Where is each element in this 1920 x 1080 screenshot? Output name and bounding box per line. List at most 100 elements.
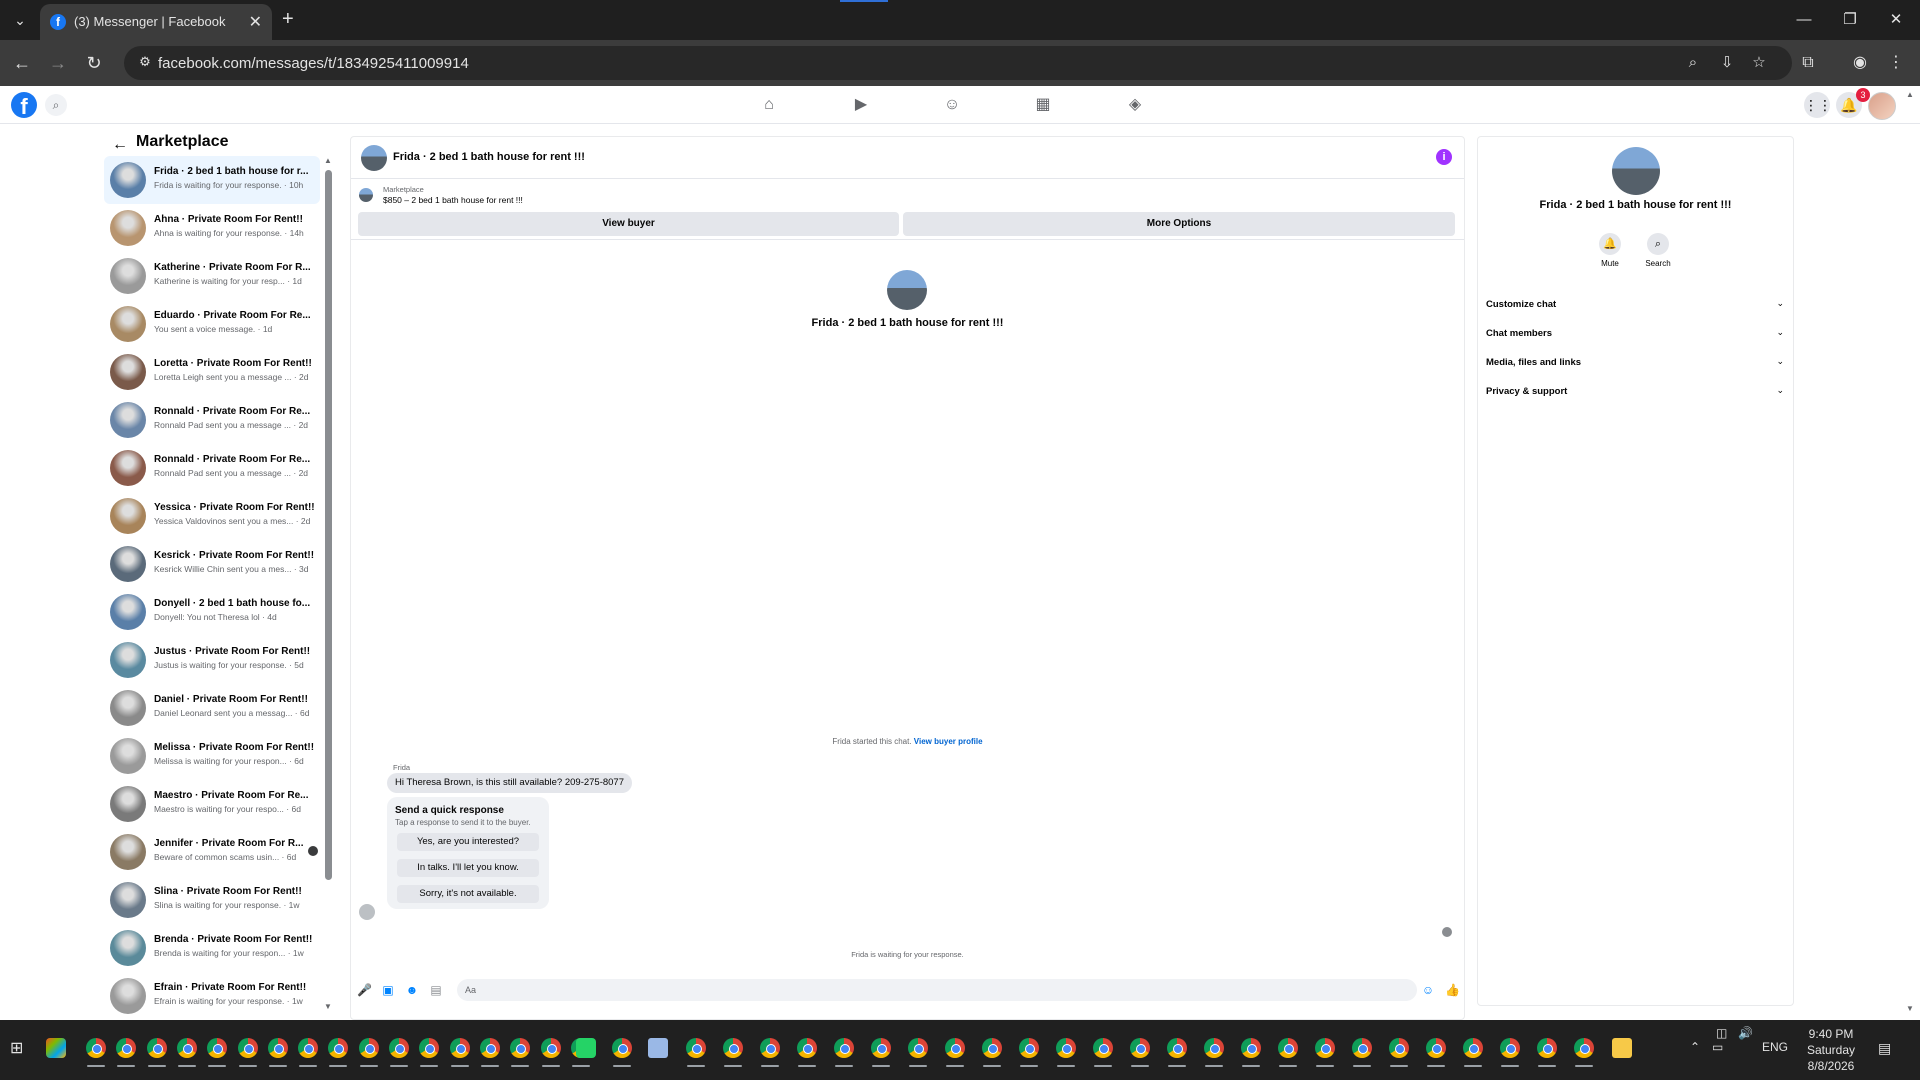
chrome-taskbar-icon[interactable] bbox=[510, 1038, 530, 1058]
conversation-item[interactable]: Jennifer · Private Room For R... Beware o… bbox=[104, 828, 320, 876]
chat-title[interactable]: Frida · 2 bed 1 bath house for rent !!! bbox=[393, 151, 585, 163]
emoji-icon[interactable]: ☺ bbox=[1421, 983, 1435, 997]
sticker-icon[interactable]: ☻ bbox=[405, 983, 419, 997]
copilot-taskbar-icon[interactable] bbox=[46, 1038, 66, 1058]
chrome-taskbar-icon[interactable] bbox=[1130, 1038, 1150, 1058]
conversation-item[interactable]: Slina · Private Room For Rent!! Slina is … bbox=[104, 876, 320, 924]
quick-response-button[interactable]: Yes, are you interested? bbox=[397, 833, 539, 851]
meet-icon[interactable]: ◫ bbox=[1716, 1026, 1727, 1040]
view-buyer-profile-link[interactable]: View buyer profile bbox=[914, 737, 983, 746]
forward-arrow-icon[interactable]: → bbox=[46, 51, 70, 75]
chrome-taskbar-icon[interactable] bbox=[541, 1038, 561, 1058]
chrome-taskbar-icon[interactable] bbox=[1241, 1038, 1261, 1058]
page-scroll-up-arrow-icon[interactable]: ▲ bbox=[1906, 90, 1914, 99]
chrome-taskbar-icon[interactable] bbox=[908, 1038, 928, 1058]
chrome-taskbar-icon[interactable] bbox=[298, 1038, 318, 1058]
install-app-icon[interactable]: ⇩ bbox=[1718, 54, 1736, 72]
chrome-taskbar-icon[interactable] bbox=[871, 1038, 891, 1058]
chrome-taskbar-icon[interactable] bbox=[147, 1038, 167, 1058]
scroll-up-arrow-icon[interactable]: ▲ bbox=[324, 156, 332, 165]
account-avatar[interactable] bbox=[1868, 92, 1896, 120]
chrome-taskbar-icon[interactable] bbox=[1352, 1038, 1372, 1058]
gaming-icon[interactable]: ◈ bbox=[1123, 94, 1147, 116]
search-button[interactable]: ⌕ Search bbox=[1638, 233, 1678, 268]
conversation-item[interactable]: Daniel · Private Room For Rent!! Daniel L… bbox=[104, 684, 320, 732]
language-indicator[interactable]: ENG bbox=[1762, 1040, 1788, 1054]
extensions-icon[interactable]: ⧉ bbox=[1796, 51, 1820, 75]
facebook-logo-icon[interactable]: f bbox=[11, 92, 37, 119]
conversation-item[interactable]: Efrain · Private Room For Rent!! Efrain i… bbox=[104, 972, 320, 1020]
search-icon[interactable]: ⌕ bbox=[45, 94, 67, 116]
taskbar-clock[interactable]: 9:40 PM Saturday 8/8/2026 bbox=[1800, 1026, 1862, 1074]
view-buyer-button[interactable]: View buyer bbox=[358, 212, 899, 236]
scroll-down-arrow-icon[interactable]: ▼ bbox=[324, 1002, 332, 1011]
windows-start-icon[interactable]: ⊞ bbox=[10, 1040, 28, 1058]
menu-grid-icon[interactable]: ⋮⋮ bbox=[1804, 92, 1832, 118]
chrome-taskbar-icon[interactable] bbox=[1537, 1038, 1557, 1058]
zoom-icon[interactable]: ⌕ bbox=[1684, 54, 1702, 72]
chrome-taskbar-icon[interactable] bbox=[1574, 1038, 1594, 1058]
chrome-taskbar-icon[interactable] bbox=[797, 1038, 817, 1058]
sidebar-scrollbar[interactable]: ▲ ▼ bbox=[324, 152, 332, 1012]
chrome-taskbar-icon[interactable] bbox=[686, 1038, 706, 1058]
chrome-taskbar-icon[interactable] bbox=[1389, 1038, 1409, 1058]
sidebar-scroll-thumb[interactable] bbox=[325, 170, 332, 880]
chrome-taskbar-icon[interactable] bbox=[389, 1038, 409, 1058]
chat-avatar[interactable] bbox=[361, 145, 387, 171]
conversation-item[interactable]: Eduardo · Private Room For Re... You sent… bbox=[104, 300, 320, 348]
tab-close-icon[interactable]: ✕ bbox=[249, 12, 262, 32]
conversation-item[interactable]: Ahna · Private Room For Rent!! Ahna is wa… bbox=[104, 204, 320, 252]
chrome-taskbar-icon[interactable] bbox=[982, 1038, 1002, 1058]
chrome-taskbar-icon[interactable] bbox=[1204, 1038, 1224, 1058]
chrome-taskbar-icon[interactable] bbox=[1056, 1038, 1076, 1058]
chrome-taskbar-icon[interactable] bbox=[1278, 1038, 1298, 1058]
reload-icon[interactable]: ↻ bbox=[82, 51, 106, 75]
home-icon[interactable]: ⌂ bbox=[757, 94, 781, 116]
new-tab-button[interactable]: + bbox=[282, 8, 294, 30]
gif-icon[interactable]: ▤ bbox=[429, 983, 443, 997]
listing-thumbnail[interactable] bbox=[359, 188, 373, 202]
window-close-icon[interactable]: ✕ bbox=[1876, 8, 1916, 32]
video-icon[interactable]: ▶ bbox=[849, 94, 873, 116]
chrome-taskbar-icon[interactable] bbox=[207, 1038, 227, 1058]
chrome-taskbar-icon[interactable] bbox=[268, 1038, 288, 1058]
chrome-taskbar-icon[interactable] bbox=[1167, 1038, 1187, 1058]
conversation-item[interactable]: Maestro · Private Room For Re... Maestro … bbox=[104, 780, 320, 828]
volume-icon[interactable]: 🔊 bbox=[1738, 1026, 1753, 1040]
chrome-taskbar-icon[interactable] bbox=[116, 1038, 136, 1058]
conversation-item[interactable]: Ronnald · Private Room For Re... Ronnald … bbox=[104, 444, 320, 492]
notification-center-icon[interactable]: ▤ bbox=[1878, 1040, 1891, 1057]
chrome-taskbar-icon[interactable] bbox=[1426, 1038, 1446, 1058]
message-input[interactable] bbox=[457, 979, 1417, 1001]
chrome-taskbar-icon[interactable] bbox=[328, 1038, 348, 1058]
chrome-taskbar-icon[interactable] bbox=[1019, 1038, 1039, 1058]
conversation-item[interactable]: Yessica · Private Room For Rent!! Yessica… bbox=[104, 492, 320, 540]
mute-button[interactable]: 🔔 Mute bbox=[1590, 233, 1630, 268]
quick-response-button[interactable]: In talks. I'll let you know. bbox=[397, 859, 539, 877]
chrome-taskbar-icon[interactable] bbox=[419, 1038, 439, 1058]
friends-icon[interactable]: ☺ bbox=[940, 94, 964, 116]
conversation-item[interactable]: Ronnald · Private Room For Re... Ronnald … bbox=[104, 396, 320, 444]
whatsapp-taskbar-icon[interactable] bbox=[576, 1038, 596, 1058]
chrome-taskbar-icon[interactable] bbox=[760, 1038, 780, 1058]
chrome-taskbar-icon[interactable] bbox=[945, 1038, 965, 1058]
conversation-item[interactable]: Brenda · Private Room For Rent!! Brenda i… bbox=[104, 924, 320, 972]
notepad-taskbar-icon[interactable] bbox=[648, 1038, 668, 1058]
chrome-menu-icon[interactable]: ⋮ bbox=[1884, 51, 1908, 75]
section-customize-chat[interactable]: Customize chat ⌄ bbox=[1486, 295, 1784, 315]
restore-icon[interactable]: ❐ bbox=[1830, 8, 1870, 32]
more-options-button[interactable]: More Options bbox=[903, 212, 1455, 236]
page-scroll-down-arrow-icon[interactable]: ▼ bbox=[1906, 1004, 1914, 1013]
conversation-item[interactable]: Loretta · Private Room For Rent!! Loretta… bbox=[104, 348, 320, 396]
profile-icon[interactable]: ◉ bbox=[1848, 51, 1872, 75]
listing-text[interactable]: $850 – 2 bed 1 bath house for rent !!! bbox=[383, 195, 523, 205]
chrome-taskbar-icon[interactable] bbox=[612, 1038, 632, 1058]
address-bar[interactable]: ⚙ facebook.com/messages/t/18349254110099… bbox=[124, 46, 1792, 80]
chrome-taskbar-icon[interactable] bbox=[450, 1038, 470, 1058]
conversation-item[interactable]: Kesrick · Private Room For Rent!! Kesrick… bbox=[104, 540, 320, 588]
image-icon[interactable]: ▣ bbox=[381, 983, 395, 997]
chrome-taskbar-icon[interactable] bbox=[834, 1038, 854, 1058]
section-privacy-support[interactable]: Privacy & support ⌄ bbox=[1486, 382, 1784, 402]
file-explorer-taskbar-icon[interactable] bbox=[1612, 1038, 1632, 1058]
like-thumb-icon[interactable]: 👍 bbox=[1445, 983, 1460, 997]
